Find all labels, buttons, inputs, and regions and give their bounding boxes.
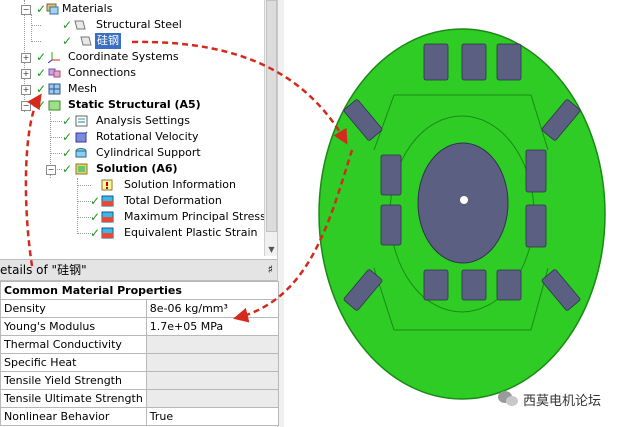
wechat-icon [498,391,518,406]
result-icon [101,211,114,223]
analysis-settings-icon [75,115,88,127]
property-value[interactable] [145,353,280,372]
coordinate-axes-icon [48,52,60,63]
property-name: Thermal Conductivity [0,335,147,354]
check-icon: ✓ [36,82,47,96]
property-row[interactable]: Specific Heat [0,353,280,372]
collapse-icon[interactable]: − [21,5,31,15]
pin-icon[interactable]: ♯ [268,260,273,280]
expand-icon[interactable]: + [21,85,31,95]
tree-label-materials: Materials [62,2,113,15]
check-icon: ✓ [62,146,73,160]
property-value[interactable]: 1.7e+05 MPa [145,317,280,336]
collapse-icon[interactable]: − [21,101,31,111]
material-icon [80,36,92,46]
check-icon: ✓ [90,226,101,240]
expand-icon[interactable]: + [21,53,31,63]
model-viewport[interactable] [286,0,632,427]
property-value[interactable] [145,389,280,408]
check-icon: ✓ [36,2,47,16]
check-icon: ✓ [36,98,47,112]
check-icon: ✓ [36,50,47,64]
property-value[interactable]: True [145,407,280,426]
rotor-model [318,28,606,400]
tree-label-static-structural: Static Structural (A5) [68,98,201,111]
scrollbar-thumb[interactable] [266,0,277,232]
property-name: Young's Modulus [0,317,147,336]
expand-icon[interactable]: + [21,69,31,79]
info-icon [101,179,113,191]
property-row[interactable]: Tensile Ultimate Strength [0,389,280,408]
tree-label-connections: Connections [68,66,136,79]
collapse-icon[interactable]: − [46,165,56,175]
tree-label-coordinate-systems: Coordinate Systems [68,50,179,63]
check-icon: ✓ [62,162,73,176]
property-name: Tensile Yield Strength [0,371,147,390]
property-row[interactable]: Nonlinear Behavior True [0,407,280,426]
check-icon: ✓ [62,18,73,32]
material-icon [74,20,86,30]
property-name: Tensile Ultimate Strength [0,389,147,408]
property-name: Specific Heat [0,353,147,372]
tree-label-structural-steel: Structural Steel [96,18,182,31]
check-icon: ✓ [90,194,101,208]
check-icon: ✓ [90,210,101,224]
materials-icon [46,3,59,15]
mesh-icon [48,83,61,95]
tree-label-analysis-settings: Analysis Settings [96,114,190,127]
property-row[interactable]: Tensile Yield Strength [0,371,280,390]
property-value[interactable]: 8e-06 kg/mm³ [145,299,280,318]
property-group-label: Common Material Properties [0,281,279,300]
tree-label-max-principal-stress: Maximum Principal Stress 2 [124,210,264,223]
property-value[interactable] [145,335,280,354]
check-icon: ✓ [36,66,47,80]
result-icon [101,227,114,239]
solution-icon [75,163,88,175]
details-title: etails of "硅钢" [0,263,87,277]
property-row[interactable]: Density 8e-06 kg/mm³ [0,299,280,318]
result-icon [101,195,114,207]
watermark: 西莫电机论坛 [493,388,623,410]
property-row[interactable]: Thermal Conductivity [0,335,280,354]
cylindrical-support-icon [75,148,87,158]
property-name: Nonlinear Behavior [0,407,147,426]
watermark-text: 西莫电机论坛 [523,394,602,409]
property-name: Density [0,299,147,318]
tree-label-total-deformation: Total Deformation [124,194,222,207]
property-row[interactable]: Young's Modulus 1.7e+05 MPa [0,317,280,336]
tree-label-solution-information: Solution Information [124,178,236,191]
rotational-velocity-icon [75,131,88,143]
tree-label-cylindrical-support: Cylindrical Support [96,146,201,159]
tree-label-mesh: Mesh [68,82,97,95]
property-value[interactable] [145,371,280,390]
details-title-bar: etails of "硅钢" ♯ [0,259,277,281]
outline-tree: − ✓ Materials ✓ Structural Steel ✓ 硅钢 + … [0,0,264,256]
tree-scrollbar[interactable]: ▼ [264,0,278,256]
tree-label-rotational-velocity: Rotational Velocity [96,130,199,143]
connections-icon [48,68,61,78]
check-icon: ✓ [62,130,73,144]
check-icon: ✓ [62,114,73,128]
tree-label-equivalent-plastic-strain: Equivalent Plastic Strain [124,226,258,239]
tree-label-solution: Solution (A6) [96,162,178,175]
check-icon: ✓ [62,34,73,48]
tree-label-silicon-steel: 硅钢 [95,33,121,49]
details-property-grid: Common Material Properties Density 8e-06 … [0,281,280,426]
property-group-header[interactable]: Common Material Properties [0,281,279,300]
static-structural-icon [48,100,61,111]
